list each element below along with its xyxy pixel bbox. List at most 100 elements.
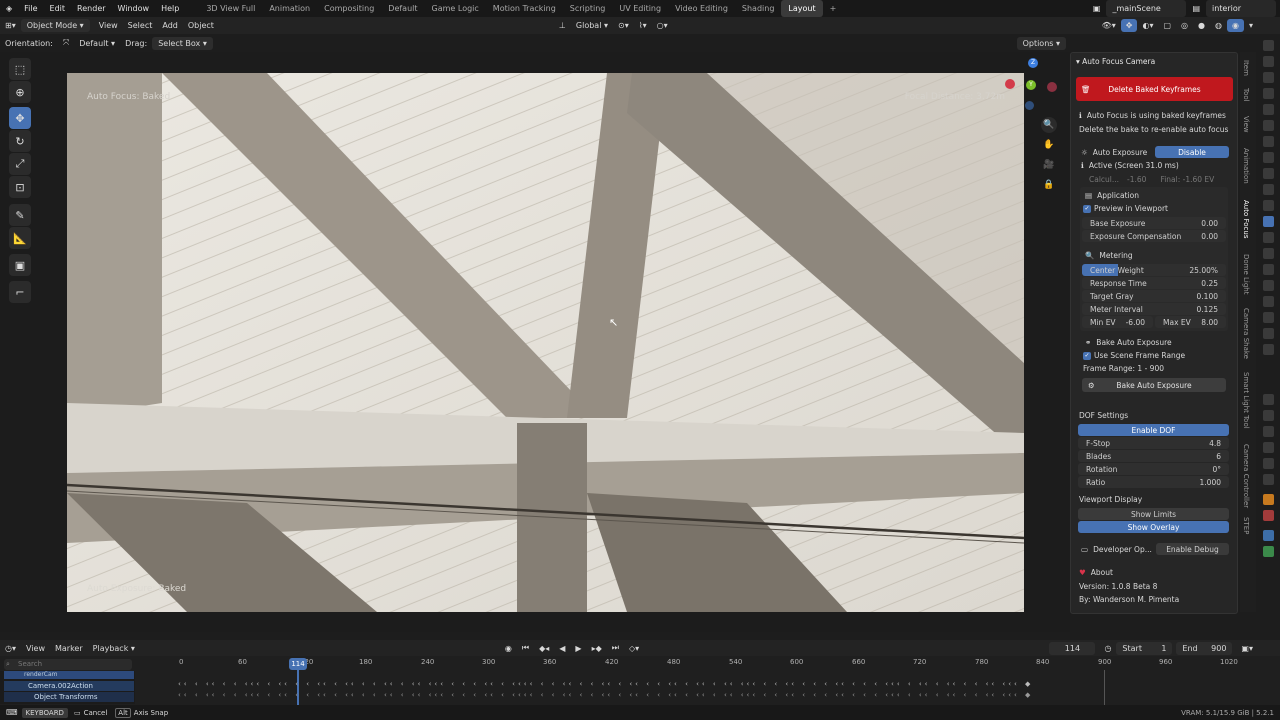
scale-tool-icon[interactable]: ⤢ [9,153,31,175]
extra-properties-icon-3[interactable] [1263,312,1274,323]
tab-tool[interactable]: Tool [1242,88,1250,102]
rotate-tool-icon[interactable]: ↻ [9,130,31,152]
tab-step[interactable]: STEP [1242,517,1250,534]
add-cube-tool-icon[interactable]: ▣ [9,254,31,276]
response-time-field[interactable]: Response Time 0.25 [1082,277,1226,289]
fstop-field[interactable]: F-Stop 4.8 [1078,437,1229,449]
play-icon[interactable]: ▶ [570,642,586,655]
extra-properties-icon-4[interactable] [1263,328,1274,339]
camera-view-frame[interactable]: Auto Focus: Baked Focal Distance: 3.72m … [67,73,1024,612]
material-properties-icon[interactable] [1263,494,1274,505]
mode-selector[interactable]: Object Mode ▾ [20,19,90,32]
meter-interval-field[interactable]: Meter Interval 0.125 [1082,303,1226,315]
constraints-properties-icon[interactable] [1263,232,1274,243]
menu-edit[interactable]: Edit [44,0,72,17]
keyframe-type-icon[interactable]: ◇▾ [624,642,644,655]
zoom-icon[interactable]: 🔍 [1041,117,1057,133]
timeline-editor-type-icon[interactable]: ◷▾ [0,642,21,655]
extra-properties-icon-9[interactable] [1263,442,1274,453]
tab-view[interactable]: View [1242,116,1250,133]
base-exposure-field[interactable]: Base Exposure 0.00 [1082,217,1226,229]
shading-options-icon[interactable]: ▾ [1244,19,1258,32]
pivot-icon[interactable]: ⊙▾ [613,19,634,32]
transform-tool-icon[interactable]: ⊡ [9,176,31,198]
editor-type-icon[interactable]: ⊞▾ [0,19,21,32]
drag-dropdown[interactable]: Select Box ▾ [152,36,213,50]
tab-camera-controller[interactable]: Camera Controller [1242,444,1250,508]
physics-properties-icon[interactable] [1263,200,1274,211]
end-frame-field[interactable]: End 900 [1176,641,1233,655]
timeline-menu-view[interactable]: View [21,642,50,655]
gizmo-neg-z-axis[interactable] [1025,101,1034,110]
lock-icon[interactable]: 🔒 [1041,177,1057,193]
menu-object[interactable]: Object [183,19,219,32]
enable-debug-button[interactable]: Enable Debug [1156,543,1229,555]
output-properties-icon[interactable] [1263,72,1274,83]
blades-field[interactable]: Blades 6 [1078,450,1229,462]
rotation-field[interactable]: Rotation 0° [1078,463,1229,475]
scene-data-properties-icon[interactable] [1263,546,1274,557]
delete-baked-keyframes-button[interactable]: 🗑 Delete Baked Keyframes [1076,77,1233,101]
object-data-properties-icon[interactable] [1263,530,1274,541]
frame-ruler[interactable]: 0 60 120 180 240 300 360 420 480 540 600… [140,657,1258,671]
channel-render-cam[interactable]: renderCam [4,671,134,679]
render-properties-icon[interactable] [1263,56,1274,67]
timeline-view-options-icon[interactable]: ▣▾ [1236,642,1258,655]
show-limits-button[interactable]: Show Limits [1078,508,1229,520]
timeline-menu-marker[interactable]: Marker [50,642,88,655]
gizmo-neg-x-axis[interactable] [1047,82,1057,92]
shader-properties-icon[interactable] [1263,510,1274,521]
menu-add[interactable]: Add [157,19,183,32]
extra-properties-icon-7[interactable] [1263,410,1274,421]
tab-item[interactable]: Item [1242,60,1250,76]
exposure-compensation-field[interactable]: Exposure Compensation 0.00 [1082,230,1226,242]
preview-in-viewport-checkbox[interactable]: ✓ Preview in Viewport [1083,204,1223,213]
particles-properties-icon[interactable] [1263,184,1274,195]
enable-dof-button[interactable]: Enable DOF [1078,424,1229,436]
workspace-tab-motion-tracking[interactable]: Motion Tracking [486,0,563,17]
gizmo-z-axis[interactable]: Z [1028,58,1038,68]
data-properties-icon[interactable] [1263,248,1274,259]
rendered-shading-icon[interactable]: ◉ [1227,19,1244,32]
extra-properties-icon-5[interactable] [1263,344,1274,355]
workspace-tab-3d-view-full[interactable]: 3D View Full [199,0,262,17]
show-overlay-button[interactable]: Show Overlay [1078,521,1229,533]
transform-orientation-dropdown[interactable]: Global ▾ [571,19,613,32]
tab-auto-focus[interactable]: Auto Focus [1242,200,1250,238]
current-frame-field[interactable]: 114 [1049,641,1096,655]
workspace-tab-default[interactable]: Default [381,0,424,17]
workspace-tab-compositing[interactable]: Compositing [317,0,381,17]
visibility-icon[interactable]: 👁▾ [1097,19,1121,32]
min-ev-field[interactable]: Min EV -6.00 [1082,316,1153,328]
center-weight-slider[interactable]: Center Weight 25.00% [1082,264,1226,276]
texture-properties-icon[interactable] [1263,264,1274,275]
menu-help[interactable]: Help [155,0,185,17]
menu-select[interactable]: Select [123,19,158,32]
workspace-tab-uv-editing[interactable]: UV Editing [612,0,668,17]
workspace-tab-shading[interactable]: Shading [735,0,782,17]
jump-next-key-icon[interactable]: ▸◆ [587,642,607,655]
gizmo-x-axis[interactable] [1005,79,1015,89]
orientation-dropdown[interactable]: Default ▾ [74,37,120,50]
workspace-tab-scripting[interactable]: Scripting [563,0,613,17]
pan-hand-icon[interactable]: ✋ [1041,137,1057,153]
use-scene-frame-range-checkbox[interactable]: ✓ Use Scene Frame Range [1083,351,1223,360]
world-properties-icon[interactable] [1263,120,1274,131]
disable-auto-exposure-button[interactable]: Disable [1155,146,1229,158]
menu-render[interactable]: Render [71,0,111,17]
object-properties-icon[interactable] [1263,152,1274,163]
target-gray-field[interactable]: Target Gray 0.100 [1082,290,1226,302]
extra-properties-icon-2[interactable] [1263,296,1274,307]
playhead-frame-indicator[interactable]: 114 [289,658,307,670]
timeline-menu-playback[interactable]: Playback ▾ [88,642,140,655]
overlay-toggle-icon[interactable]: ◐▾ [1137,19,1158,32]
modifier-properties-icon[interactable] [1263,168,1274,179]
camera-data-properties-icon[interactable] [1263,216,1274,227]
options-dropdown[interactable]: Options ▾ [1016,36,1066,50]
preview-range-icon[interactable]: ◷ [1099,642,1116,655]
channel-camera-action[interactable]: Camera.002Action [4,681,134,691]
tab-smart-light-tool[interactable]: Smart Light Tool [1242,372,1250,429]
menu-file[interactable]: File [18,0,43,17]
menu-window[interactable]: Window [112,0,156,17]
measure-tool-icon[interactable]: 📐 [9,227,31,249]
